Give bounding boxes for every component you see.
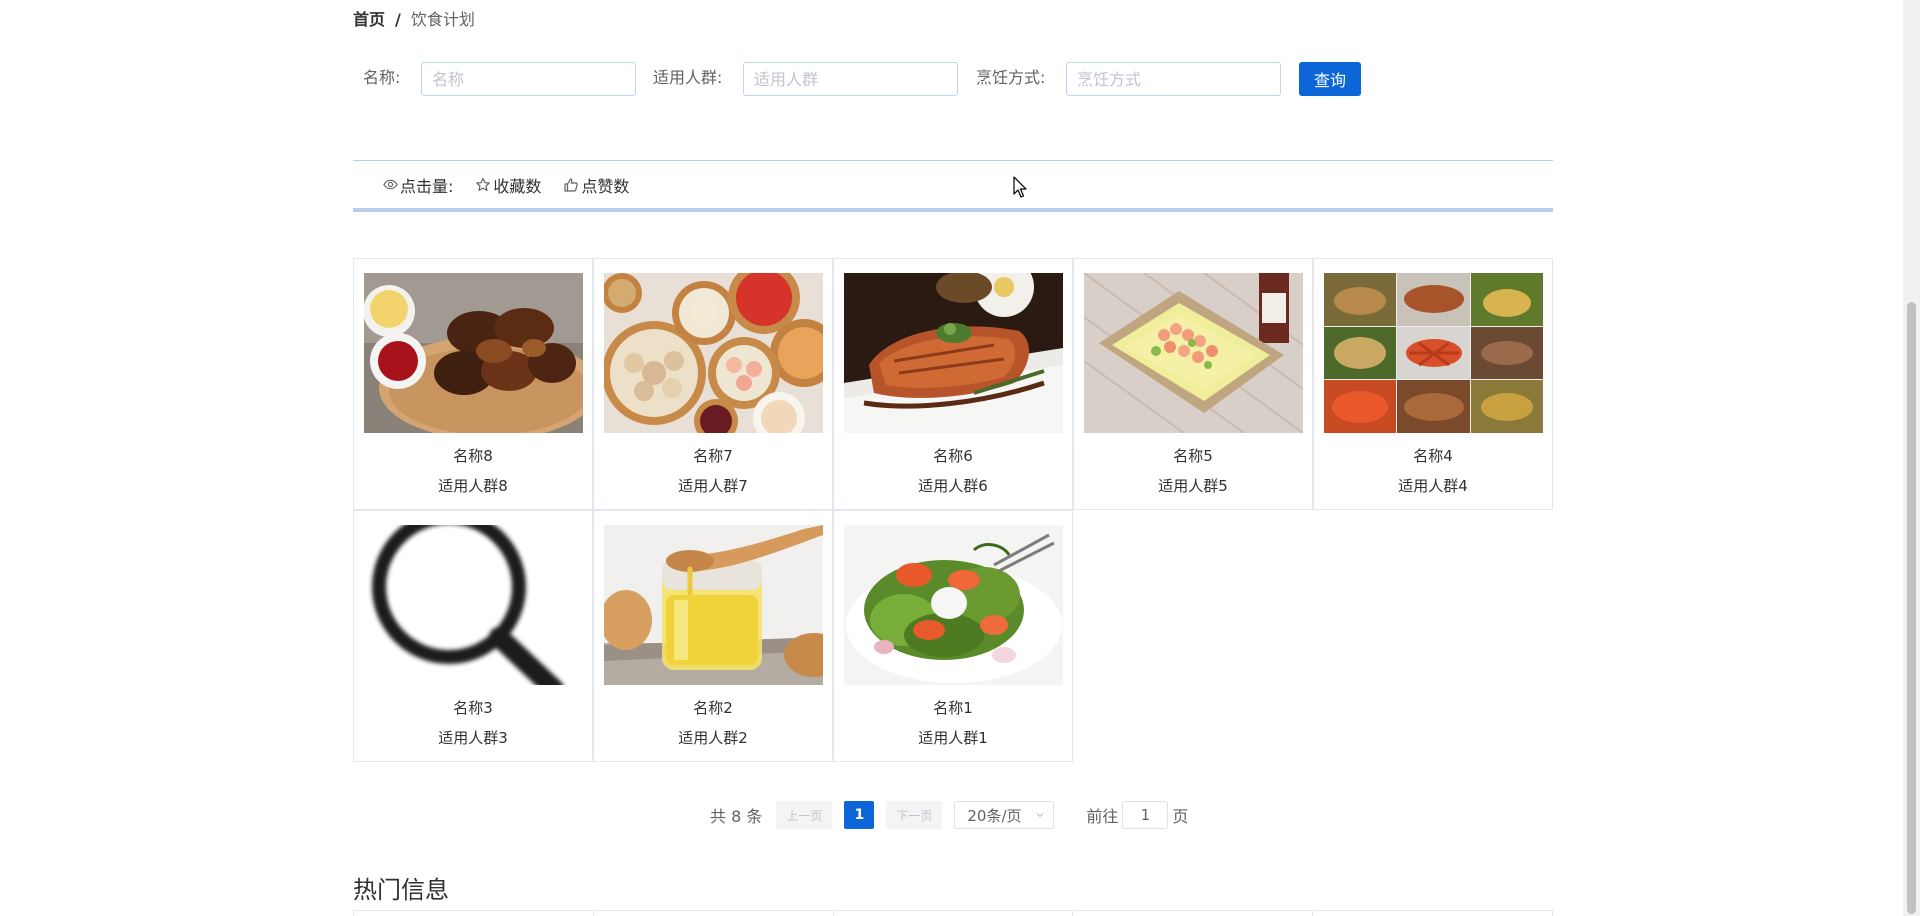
- name-label: 名称:: [363, 68, 401, 87]
- mouse-cursor-icon: [1013, 176, 1027, 198]
- page-number-button[interactable]: 1: [844, 801, 875, 829]
- salmon-image: [844, 273, 1063, 433]
- card-title: 名称7: [693, 447, 733, 465]
- eye-icon: [383, 179, 398, 190]
- sort-favorites[interactable]: 收藏数: [475, 173, 541, 197]
- sort-bar: 点击量: 收藏数 点赞数: [353, 160, 1553, 212]
- card-subtitle: 适用人群6: [918, 477, 988, 495]
- card-image[interactable]: [364, 273, 583, 433]
- food-card[interactable]: 名称5 适用人群5: [1073, 258, 1313, 510]
- card-image[interactable]: [364, 525, 583, 685]
- method-input[interactable]: [1066, 62, 1281, 96]
- sort-likes-label: 点赞数: [581, 176, 630, 196]
- food-collage-image: [1324, 273, 1543, 433]
- sort-clicks-label: 点击量:: [400, 176, 454, 196]
- sort-likes[interactable]: 点赞数: [563, 173, 629, 197]
- card-title: 名称6: [933, 447, 973, 465]
- hot-info-cell: [353, 911, 593, 916]
- card-subtitle: 适用人群1: [918, 729, 988, 747]
- group-input[interactable]: [743, 62, 958, 96]
- method-label: 烹饪方式:: [976, 68, 1046, 87]
- food-card[interactable]: 名称4 适用人群4: [1313, 258, 1553, 510]
- dim-sum-image: [604, 273, 823, 433]
- page-size-select[interactable]: 20条/页: [954, 801, 1055, 829]
- card-image[interactable]: [1324, 273, 1543, 433]
- query-button[interactable]: 查询: [1299, 62, 1361, 96]
- pagination: 共 8 条 上一页 1 下一页 20条/页 前往 页: [710, 800, 1188, 830]
- sort-clicks[interactable]: 点击量:: [383, 173, 453, 197]
- food-card[interactable]: 名称2 适用人群2: [593, 510, 833, 762]
- card-title: 名称8: [453, 447, 493, 465]
- card-title: 名称1: [933, 699, 973, 717]
- hot-info-cell: [832, 911, 1073, 916]
- breadcrumb-current: 饮食计划: [410, 10, 475, 29]
- next-page-button[interactable]: 下一页: [886, 801, 943, 829]
- breadcrumb-separator: /: [395, 10, 401, 29]
- pagination-total: 共 8 条: [710, 807, 763, 826]
- card-image[interactable]: [604, 273, 823, 433]
- card-subtitle: 适用人群2: [678, 729, 748, 747]
- food-card[interactable]: 名称3 适用人群3: [353, 510, 593, 762]
- breadcrumb: 首页 / 饮食计划: [353, 8, 475, 32]
- scrollbar-thumb[interactable]: [1907, 302, 1916, 914]
- group-label: 适用人群:: [653, 68, 723, 87]
- hot-info-cell: [1072, 911, 1312, 916]
- thumbs-up-icon: [564, 177, 579, 192]
- page-size-value: 20条/页: [967, 806, 1022, 825]
- hot-info-cell: [592, 911, 833, 916]
- salad-image: [844, 525, 1063, 685]
- card-image[interactable]: [844, 525, 1063, 685]
- card-title: 名称4: [1413, 447, 1453, 465]
- honey-jar-image: [604, 525, 823, 685]
- card-title: 名称5: [1173, 447, 1213, 465]
- page-suffix: 页: [1172, 807, 1189, 826]
- card-subtitle: 适用人群3: [438, 729, 508, 747]
- hot-info-table: [353, 910, 1553, 916]
- card-image[interactable]: [604, 525, 823, 685]
- chevron-down-icon: [1036, 813, 1044, 818]
- card-subtitle: 适用人群8: [438, 477, 508, 495]
- vertical-scrollbar[interactable]: [1903, 0, 1920, 916]
- page: 首页 / 饮食计划 名称: 适用人群: 烹饪方式: 查询 点击量:: [0, 0, 1920, 916]
- name-input[interactable]: [421, 62, 636, 96]
- prev-page-button[interactable]: 上一页: [776, 801, 833, 829]
- card-subtitle: 适用人群7: [678, 477, 748, 495]
- shrimp-plate-image: [1084, 273, 1303, 433]
- card-subtitle: 适用人群5: [1158, 477, 1228, 495]
- hot-info-title: 热门信息: [353, 876, 449, 904]
- sort-favorites-label: 收藏数: [493, 176, 542, 196]
- magnifier-placeholder-image: [364, 525, 583, 685]
- search-form: 名称: 适用人群: 烹饪方式: 查询: [353, 62, 1553, 98]
- food-card[interactable]: 名称8 适用人群8: [353, 258, 593, 510]
- star-icon: [476, 177, 491, 191]
- food-card[interactable]: 名称1 适用人群1: [833, 510, 1073, 762]
- card-title: 名称2: [693, 699, 733, 717]
- grilled-chicken-image: [364, 273, 583, 433]
- goto-label: 前往: [1086, 807, 1119, 826]
- card-image[interactable]: [1084, 273, 1303, 433]
- hot-info-cell: [1312, 911, 1553, 916]
- breadcrumb-home[interactable]: 首页: [353, 8, 385, 32]
- food-card[interactable]: 名称6 适用人群6: [833, 258, 1073, 510]
- card-image[interactable]: [844, 273, 1063, 433]
- card-title: 名称3: [453, 699, 493, 717]
- card-subtitle: 适用人群4: [1398, 477, 1468, 495]
- goto-page-input[interactable]: [1122, 801, 1169, 829]
- food-card[interactable]: 名称7 适用人群7: [593, 258, 833, 510]
